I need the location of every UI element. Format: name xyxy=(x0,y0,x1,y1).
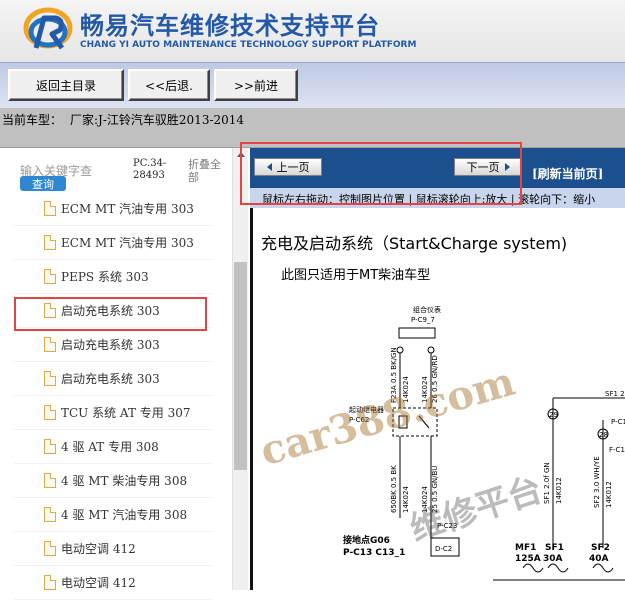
tree-item-label: 电动空调 412 xyxy=(61,576,136,590)
fuse-mf1-value: 125A xyxy=(515,554,541,564)
pin-circle xyxy=(427,346,435,354)
tree-item-label: PEPS 系统 303 xyxy=(61,270,149,284)
tree-item-label: 启动充电系统 303 xyxy=(61,372,160,386)
conn-p-label: P-C1 xyxy=(611,418,625,426)
fuse-sf1-value: 30A xyxy=(543,554,563,564)
tree-item-label: 4 驱 AT 专用 308 xyxy=(61,440,159,454)
tree-item-label: 启动充电系统 303 xyxy=(61,338,160,352)
cluster-label: 组合仪表 xyxy=(413,305,441,314)
wiring-diagram-viewer[interactable]: 组合仪表 P-C9_7 F23A 0.5 BK/GN 14K024 14K024… xyxy=(250,208,625,590)
sf2-wire-label: SF2 3.0 WH/YE xyxy=(593,456,601,508)
file-icon xyxy=(44,201,56,216)
tree-item-label: ECM MT 汽油专用 303 xyxy=(61,236,194,250)
scrollbar-thumb[interactable] xyxy=(234,262,247,470)
search-button[interactable]: 查询 xyxy=(20,176,66,191)
collapse-all-link[interactable]: 折叠全部 xyxy=(188,158,222,184)
tree-item-label: 电动空调 412 xyxy=(61,542,136,556)
file-icon xyxy=(44,473,56,488)
ground-label: 接地点G06 xyxy=(343,534,390,546)
tree-item[interactable]: PEPS 系统 303 xyxy=(14,260,212,294)
document-tree-sidebar: 输入关键字查 查询 PC.34-28493 折叠全部 ECM MT 汽油专用 3… xyxy=(0,148,236,600)
sidebar-scrollbar[interactable] xyxy=(232,148,248,590)
main-navigation: 返回主目录 <<后退. >>前进 xyxy=(0,62,625,108)
cy-logo-icon xyxy=(23,7,73,50)
tree-item[interactable]: 4 驱 MT 汽油专用 308 xyxy=(14,498,212,532)
file-icon xyxy=(44,269,56,284)
fuse-symbol xyxy=(592,563,614,573)
tree-item[interactable]: 启动充电系统 303 xyxy=(14,328,212,362)
tree-item[interactable]: TCU 系统 AT 专用 307 xyxy=(14,396,212,430)
tree-item-label: 4 驱 MT 汽油专用 308 xyxy=(61,508,188,522)
cluster-connector-box xyxy=(398,327,436,339)
brand-title: 畅易汽车维修技术支持平台 xyxy=(80,12,380,40)
tree-item[interactable]: 电动空调 412 xyxy=(14,566,212,600)
tree-item[interactable]: 启动充电系统 303 xyxy=(14,362,212,396)
fuse-sf2-value: 40A xyxy=(589,554,609,564)
tree-item[interactable]: ECM MT 汽油专用 303 xyxy=(14,226,212,260)
file-icon xyxy=(44,371,56,386)
diagram-subtitle: 此图只适用于MT柴油车型 xyxy=(281,268,431,283)
app-header: 畅易汽车维修技术支持平台 CHANG YI AUTO MAINTENANCE T… xyxy=(0,0,625,62)
cluster-connector-label: P-C9_7 xyxy=(411,316,435,324)
current-vehicle-value: 厂家:J-江铃汽车驭胜2013-2014 xyxy=(70,113,245,127)
toolbar-highlight xyxy=(240,142,522,205)
page-code: PC.34-28493 xyxy=(133,158,167,181)
forward-button[interactable]: >>前进 xyxy=(214,69,298,101)
tree-item[interactable]: 4 驱 MT 柴油专用 308 xyxy=(14,464,212,498)
conn-f-label: F-C12 xyxy=(609,446,625,454)
fuse-sf2-label: SF2 xyxy=(591,543,610,553)
fuse-symbol xyxy=(547,563,569,573)
fuse-symbol xyxy=(522,563,544,573)
file-icon xyxy=(44,337,56,352)
return-main-menu-button[interactable]: 返回主目录 xyxy=(8,69,124,101)
current-vehicle-label: 当前车型： xyxy=(2,113,63,127)
file-icon xyxy=(44,439,56,454)
file-icon xyxy=(44,541,56,556)
file-icon xyxy=(44,405,56,420)
fuse-mf1-label: MF1 xyxy=(515,543,536,553)
fuse-sf1-label: SF1 xyxy=(545,543,564,553)
file-icon xyxy=(44,235,56,250)
connector-d-label: D-C2 xyxy=(435,545,452,553)
tree-item[interactable]: 电动空调 412 xyxy=(14,532,212,566)
pin28-label: 28 xyxy=(599,431,608,439)
refresh-page-link[interactable]: [刷新当前页] xyxy=(532,165,603,182)
tree-item[interactable]: ECM MT 汽油专用 303 xyxy=(14,192,212,226)
file-icon xyxy=(44,507,56,522)
tree-item-label: ECM MT 汽油专用 303 xyxy=(61,202,194,216)
sf1-wire-code: 14K012 xyxy=(555,477,563,504)
tree-item[interactable]: 4 驱 AT 专用 308 xyxy=(14,430,212,464)
sf2-wire-code: 14K012 xyxy=(605,481,613,508)
ground-connector-label: P-C13 C13_1 xyxy=(343,548,405,558)
tree-list: ECM MT 汽油专用 303 ECM MT 汽油专用 303 PEPS 系统 … xyxy=(14,192,212,600)
wire-650bk-label: 650BK 0.5 BK xyxy=(390,465,398,513)
file-icon xyxy=(44,575,56,590)
tree-item-label: TCU 系统 AT 专用 307 xyxy=(61,406,191,420)
tree-item-label: 4 驱 MT 柴油专用 308 xyxy=(61,474,188,488)
selected-item-highlight xyxy=(14,297,207,331)
back-button[interactable]: <<后退. xyxy=(128,69,210,101)
sf1-top-label: SF1 2 xyxy=(605,390,625,398)
diagram-title: 充电及启动系统（Start&Charge system) xyxy=(261,234,568,253)
brand-subtitle: CHANG YI AUTO MAINTENANCE TECHNOLOGY SUP… xyxy=(80,40,417,50)
pin29-label: 29 xyxy=(549,411,558,419)
